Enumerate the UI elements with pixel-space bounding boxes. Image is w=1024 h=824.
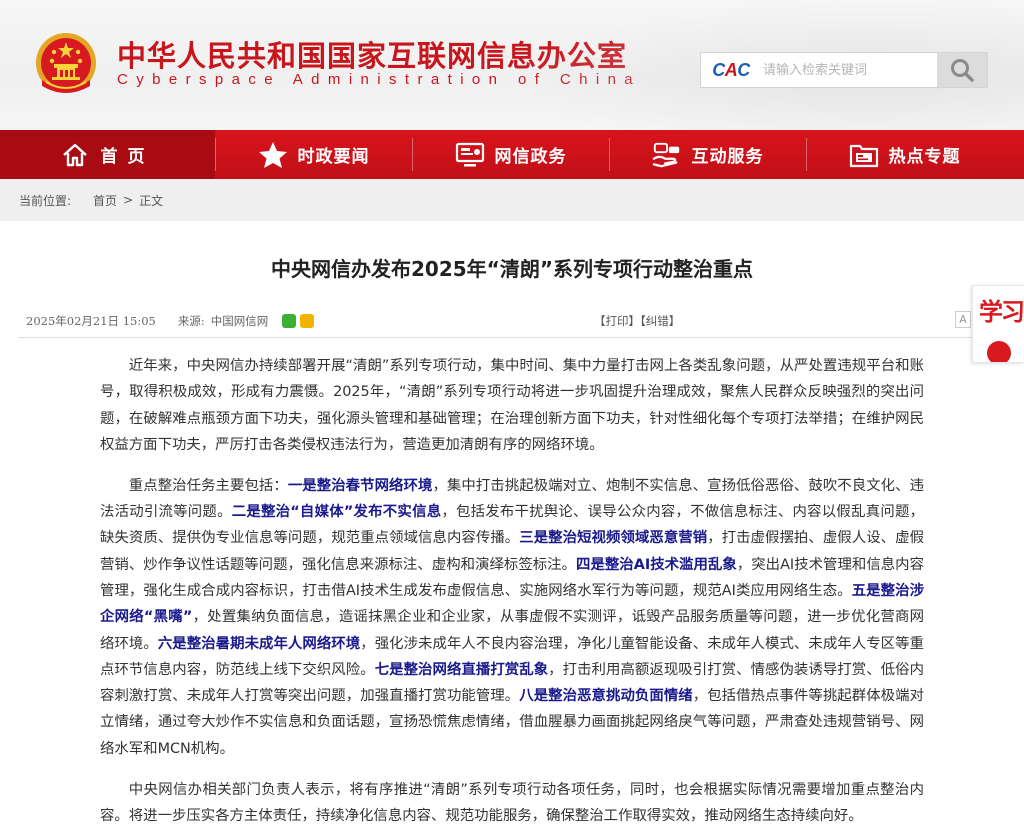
task-heading: 四是整治AI技术滥用乱象 [576, 556, 737, 573]
nav-label: 网信政务 [494, 147, 567, 167]
task-heading: 一是整治春节网络环境 [287, 477, 433, 494]
site-header: 中华人民共和国国家互联网信息办公室 Cyberspace Administrat… [0, 0, 1024, 130]
search-input[interactable] [763, 55, 937, 85]
cac-logo: CAC [712, 59, 750, 80]
article-actions: 【打印】【纠错】 [594, 313, 680, 329]
handshake-icon [652, 142, 679, 167]
site-subtitle: Cyberspace Administration of China [117, 71, 642, 88]
home-icon [62, 143, 87, 166]
breadcrumb-separator: > [123, 193, 134, 207]
star-icon [258, 141, 287, 168]
wechat-share-icon[interactable] [282, 314, 297, 328]
breadcrumb: 当前位置: 首页 > 正文 [0, 179, 1024, 221]
nav-item-interaction[interactable]: 互动服务 [609, 130, 806, 179]
font-size-toggle[interactable]: A [955, 311, 971, 328]
share-buttons [282, 314, 318, 328]
site-title: 中华人民共和国国家互联网信息办公室 [117, 39, 628, 73]
nav-item-affairs[interactable]: 网信政务 [412, 130, 609, 179]
search-box: CAC [700, 52, 988, 88]
nav-label: 时政要闻 [297, 147, 370, 167]
article-title: 中央网信办发布2025年“清朗”系列专项行动整治重点 [271, 257, 753, 281]
breadcrumb-home-link[interactable]: 首页 [93, 192, 117, 209]
task-heading: 三是整治短视频领域恶意营销 [519, 530, 708, 547]
article-source: 中国网信网 [210, 314, 269, 328]
nav-item-news[interactable]: 时政要闻 [215, 130, 412, 179]
main-nav: 首页 时政要闻 网信政务 互动服务 热点专题 [0, 130, 1024, 179]
print-link[interactable]: 【打印】 [594, 314, 640, 328]
xuexi-label: 学习 [979, 297, 1024, 326]
source-label: 来源: [177, 314, 205, 328]
task-heading: 八是整治恶意挑动负面情绪 [519, 688, 693, 705]
task-heading: 二是整治“自媒体”发布不实信息 [231, 504, 442, 521]
search-button[interactable] [937, 53, 987, 87]
article-meta: 2025年02月21日 15:05 来源: 中国网信网 [26, 313, 318, 329]
qzone-share-icon[interactable] [300, 314, 315, 328]
article-body: 近年来，中央网信办持续部署开展“清朗”系列专项行动，集中时间、集中力量打击网上各… [100, 353, 924, 824]
nav-label: 热点专题 [888, 147, 961, 167]
article-paragraph: 近年来，中央网信办持续部署开展“清朗”系列专项行动，集中时间、集中力量打击网上各… [100, 358, 924, 453]
xuexi-dot-icon [987, 341, 1011, 362]
task-heading: 七是整治网络直播打赏乱象 [374, 661, 549, 678]
correct-link[interactable]: 【纠错】 [640, 314, 680, 328]
article-paragraph-tasks: 重点整治任务主要包括：一是整治春节网络环境，集中打击挑起极端对立、炮制不实信息、… [100, 473, 924, 762]
xuexi-badge-icon[interactable]: 学习 [972, 285, 1024, 363]
nav-item-home[interactable]: 首页 [0, 130, 215, 179]
nav-label: 互动服务 [691, 147, 764, 167]
task-heading: 六是整治暑期未成年人网络环境 [157, 635, 361, 652]
search-icon [951, 59, 974, 82]
article-date: 2025年02月21日 15:05 [26, 314, 156, 328]
nav-item-topics[interactable]: 热点专题 [806, 130, 1003, 179]
task-text: 重点整治任务主要包括： [128, 477, 288, 494]
folder-icon [849, 144, 878, 167]
breadcrumb-current: 正文 [139, 193, 164, 208]
nav-label: 首页 [100, 147, 155, 167]
monitor-icon [455, 142, 484, 166]
breadcrumb-prefix: 当前位置: [19, 193, 72, 208]
article-paragraph: 中央网信办相关部门负责人表示，将有序推进“清朗”系列专项行动各项任务，同时，也会… [100, 781, 924, 824]
national-emblem-icon[interactable] [32, 30, 100, 100]
divider [18, 337, 1006, 338]
